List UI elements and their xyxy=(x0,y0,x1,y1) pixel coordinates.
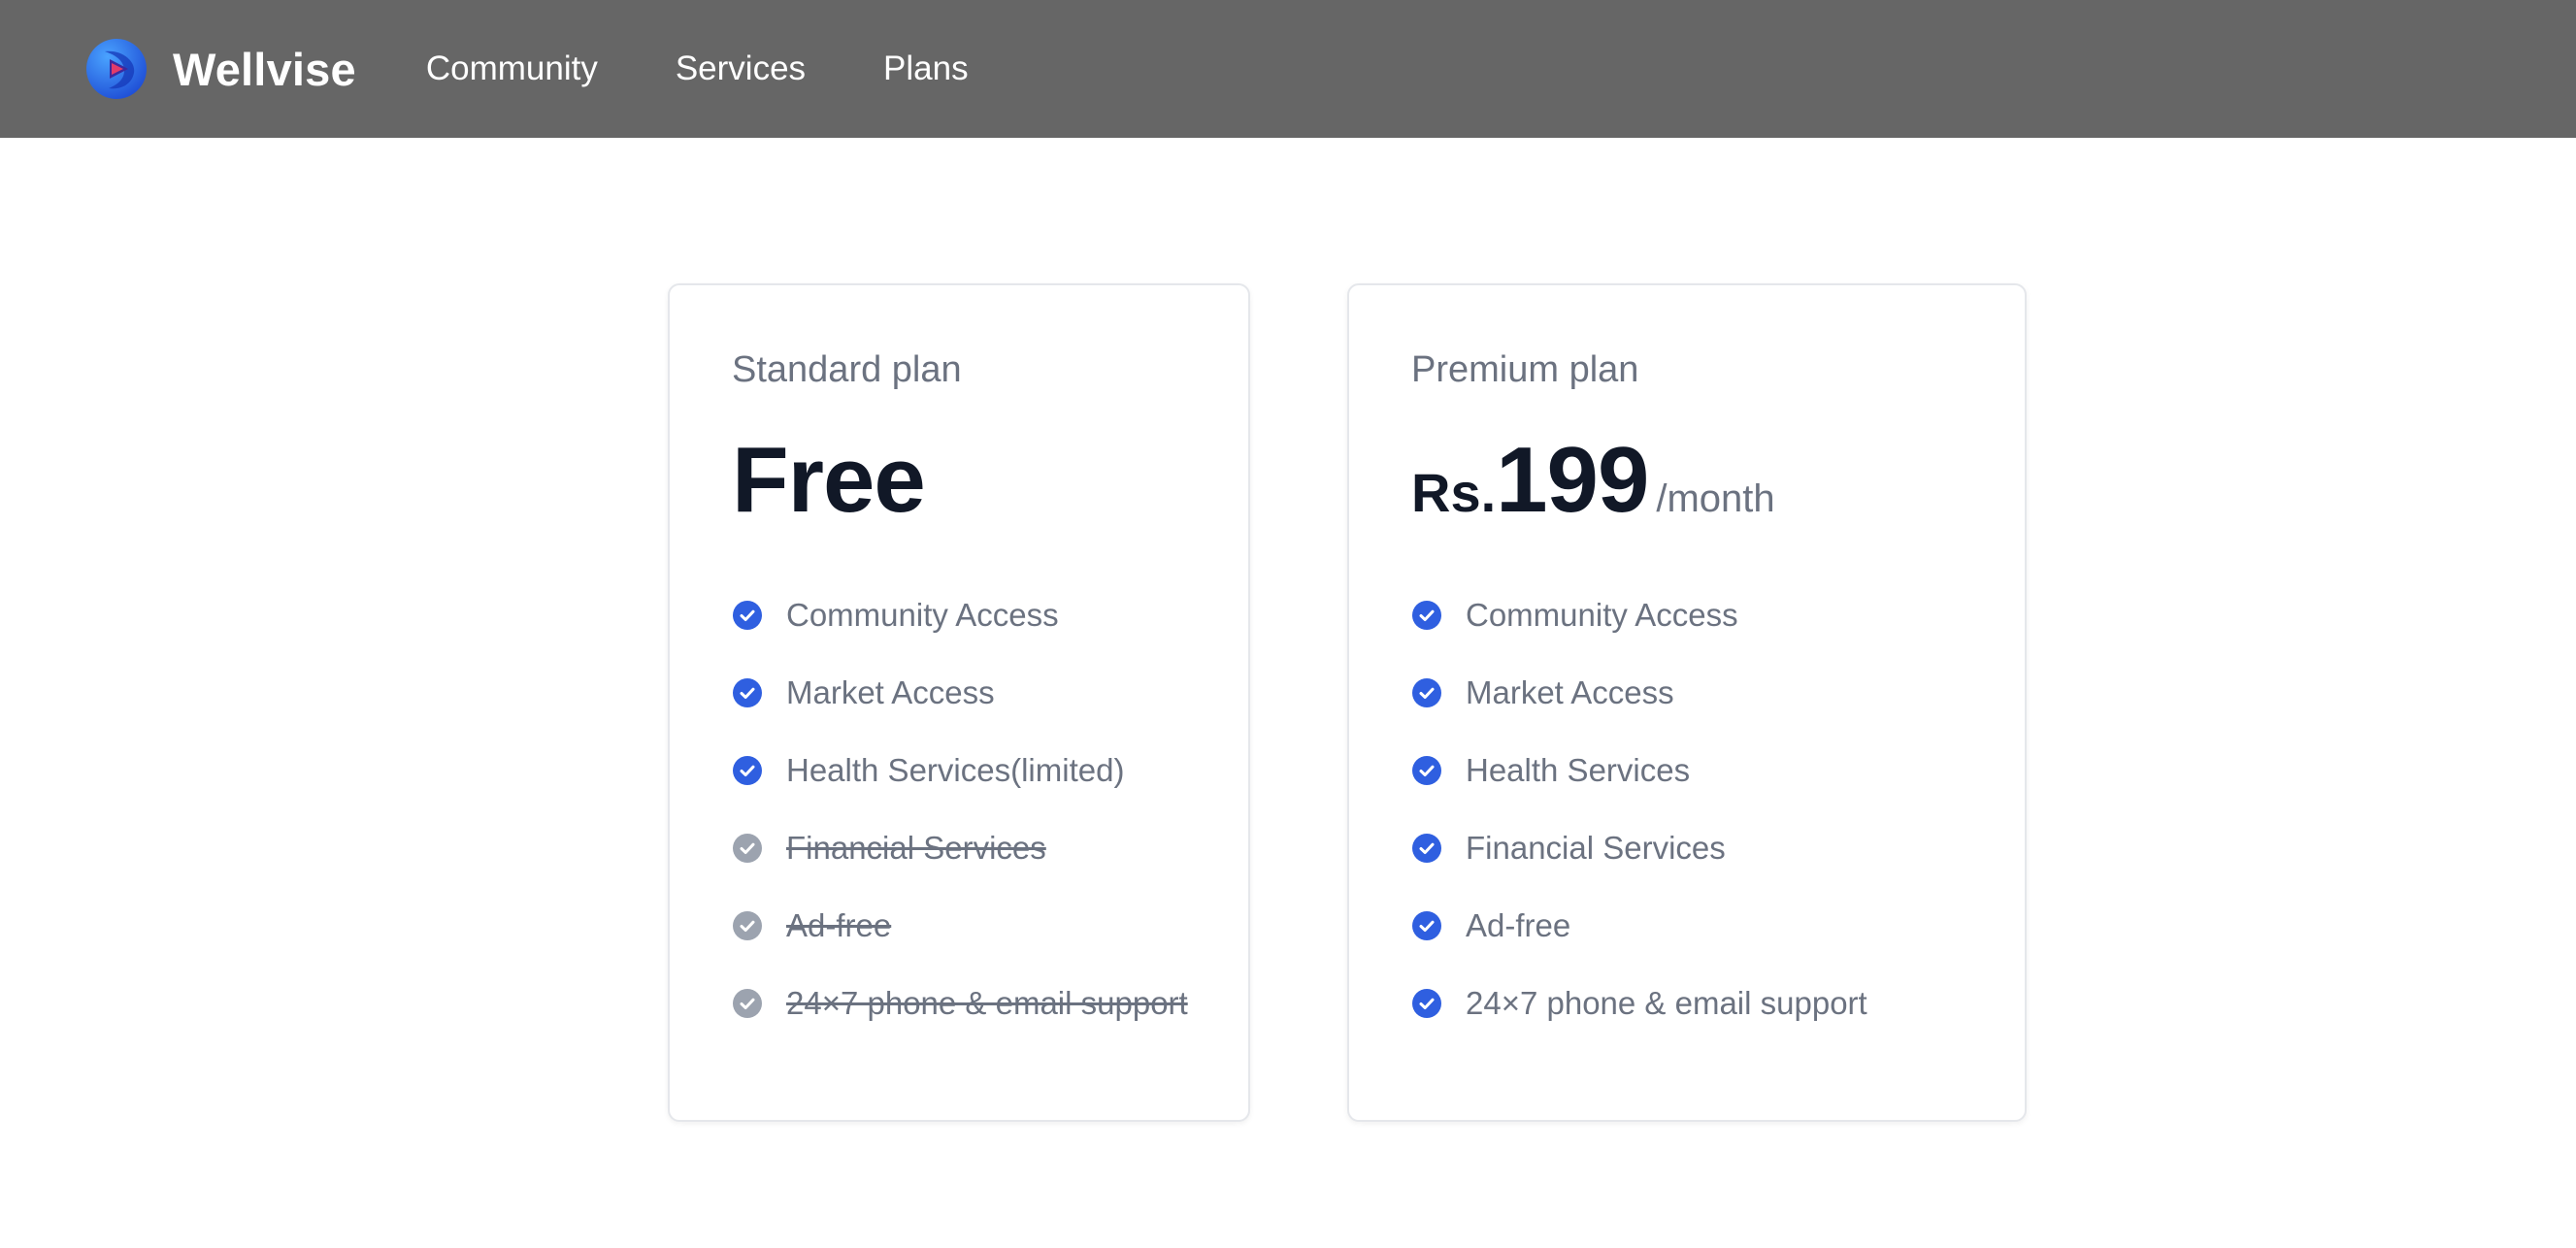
wellvise-logo-icon xyxy=(86,39,147,99)
check-circle-icon xyxy=(1412,989,1441,1018)
feature-item-excluded: Financial Services xyxy=(732,809,1188,887)
feature-label: Ad-free xyxy=(1466,907,1571,943)
premium-plan-card: Premium plan Rs. 199 /month Community Ac… xyxy=(1347,283,2027,1122)
feature-label: Health Services(limited) xyxy=(786,752,1125,788)
feature-item-excluded: 24×7 phone & email support xyxy=(732,965,1188,1042)
feature-item-included: Market Access xyxy=(1411,654,1867,732)
plan-price: Rs. 199 /month xyxy=(1411,427,1775,534)
price-amount: 199 xyxy=(1496,428,1649,532)
feature-label: Financial Services xyxy=(786,830,1046,866)
price-currency: Rs. xyxy=(1411,462,1497,523)
feature-list: Community Access Market Access Health Serv… xyxy=(732,576,1188,1042)
nav-link-plans[interactable]: Plans xyxy=(883,49,969,88)
feature-label: Market Access xyxy=(1466,674,1674,710)
standard-plan-card: Standard plan Free Community Access Marke… xyxy=(668,283,1250,1122)
brand-link[interactable]: Wellvise xyxy=(85,38,356,100)
check-circle-icon xyxy=(1412,678,1441,707)
brand-name: Wellvise xyxy=(173,43,356,95)
check-circle-icon xyxy=(733,756,762,785)
feature-item-included: Ad-free xyxy=(1411,887,1867,965)
feature-item-included: Market Access xyxy=(732,654,1188,732)
feature-label: Market Access xyxy=(786,674,995,710)
feature-label: Ad-free xyxy=(786,907,892,943)
check-circle-icon xyxy=(1412,834,1441,863)
feature-label: Financial Services xyxy=(1466,830,1726,866)
check-circle-icon xyxy=(1412,911,1441,940)
feature-item-included: Health Services xyxy=(1411,732,1867,809)
feature-label: Community Access xyxy=(786,597,1059,633)
check-circle-icon xyxy=(733,678,762,707)
feature-list: Community Access Market Access Health Serv… xyxy=(1411,576,1867,1042)
plan-price: Free xyxy=(732,427,926,534)
check-circle-icon xyxy=(733,989,762,1018)
feature-label: Health Services xyxy=(1466,752,1691,788)
price-free-label: Free xyxy=(732,428,926,532)
feature-label: 24×7 phone & email support xyxy=(786,985,1188,1021)
check-circle-icon xyxy=(733,601,762,630)
check-circle-icon xyxy=(733,911,762,940)
feature-item-excluded: Ad-free xyxy=(732,887,1188,965)
nav-link-community[interactable]: Community xyxy=(426,49,598,88)
feature-label: 24×7 phone & email support xyxy=(1466,985,1867,1021)
feature-label: Community Access xyxy=(1466,597,1738,633)
nav-link-services[interactable]: Services xyxy=(676,49,806,88)
feature-item-included: 24×7 phone & email support xyxy=(1411,965,1867,1042)
check-circle-icon xyxy=(733,834,762,863)
feature-item-included: Community Access xyxy=(732,576,1188,654)
check-circle-icon xyxy=(1412,601,1441,630)
main-nav: Community Services Plans xyxy=(426,49,1046,88)
feature-item-included: Health Services(limited) xyxy=(732,732,1188,809)
plan-title: Standard plan xyxy=(732,349,962,390)
feature-item-included: Financial Services xyxy=(1411,809,1867,887)
check-circle-icon xyxy=(1412,756,1441,785)
top-navbar: Wellvise Community Services Plans xyxy=(0,0,2576,138)
plan-title: Premium plan xyxy=(1411,349,1639,390)
price-period: /month xyxy=(1656,477,1775,520)
feature-item-included: Community Access xyxy=(1411,576,1867,654)
